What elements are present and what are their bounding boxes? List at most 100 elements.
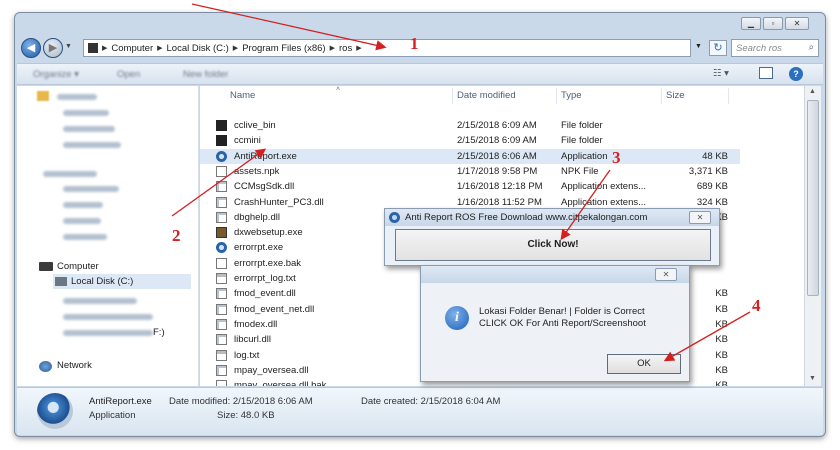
- file-name: errorrpt.exe: [234, 242, 284, 254]
- file-type: NPK File: [561, 165, 599, 177]
- file-name: CCMsgSdk.dll: [234, 181, 295, 193]
- breadcrumb-separator-icon: ▶: [329, 45, 335, 52]
- dll-icon: [216, 196, 227, 208]
- column-header-type[interactable]: Type: [561, 88, 582, 104]
- file-name: cclive_bin: [234, 120, 276, 131]
- file-name: fmod_event.dll: [234, 288, 296, 300]
- drive-item-blurred: [63, 314, 153, 320]
- forward-arrow-icon[interactable]: ▶: [43, 38, 63, 58]
- scroll-up-icon[interactable]: ▲: [809, 88, 816, 95]
- ok-button[interactable]: OK: [607, 354, 681, 374]
- drive-item-blurred: [63, 298, 137, 304]
- file-row[interactable]: AntiReport.exe 2/15/2018 6:06 AM Applicati…: [200, 148, 740, 164]
- favorites-item-blurred: [63, 110, 109, 116]
- message-box-close-button[interactable]: ✕: [655, 268, 677, 281]
- organize-button[interactable]: Organize ▾: [33, 69, 79, 80]
- recent-pages-chevron-icon[interactable]: ▼: [65, 43, 72, 50]
- click-now-button[interactable]: Click Now!: [395, 229, 711, 261]
- nav-network[interactable]: Network: [57, 360, 92, 371]
- dll-icon: [216, 288, 227, 300]
- maximize-button[interactable]: ▫: [763, 17, 783, 30]
- file-name: CrashHunter_PC3.dll: [234, 196, 324, 208]
- breadcrumb-separator-icon: ▶: [356, 45, 362, 52]
- sort-ascending-icon: ˄: [336, 86, 341, 93]
- file-size: KB: [715, 380, 728, 386]
- file-row[interactable]: CCMsgSdk.dll 1/16/2018 12:18 PM Applicatio…: [200, 179, 740, 194]
- folder-icon: [216, 120, 227, 131]
- help-icon[interactable]: ?: [789, 67, 803, 81]
- folder-correct-message-box: ✕ i Lokasi Folder Benar! | Folder is Cor…: [420, 265, 690, 382]
- column-header-size[interactable]: Size: [666, 88, 684, 104]
- breadcrumb-separator-icon: ▶: [232, 45, 239, 52]
- refresh-icon[interactable]: ↻: [709, 40, 727, 56]
- file-date-modified: 1/16/2018 12:18 PM: [457, 181, 543, 193]
- file-size: KB: [715, 288, 728, 300]
- file-size: KB: [715, 349, 728, 361]
- file-name: AntiReport.exe: [234, 150, 297, 162]
- file-row[interactable]: ccmini 2/15/2018 6:09 AM File folder: [200, 133, 740, 148]
- scrollbar-thumb[interactable]: [807, 100, 819, 296]
- file-size: KB: [715, 318, 728, 330]
- column-header-name[interactable]: Name: [230, 88, 255, 104]
- dll-icon: [216, 211, 227, 223]
- open-button[interactable]: Open: [117, 69, 140, 80]
- dialog-close-button[interactable]: ✕: [689, 211, 711, 224]
- favorites-star-icon: [37, 91, 49, 101]
- nav-local-disk[interactable]: Local Disk (C:): [71, 276, 133, 287]
- breadcrumb-separator-icon: ▶: [102, 45, 108, 52]
- file-name: ccmini: [234, 135, 261, 147]
- library-item-blurred: [63, 234, 107, 240]
- details-date-modified: Date modified: 2/15/2018 6:06 AM: [169, 396, 313, 407]
- file-type: File folder: [561, 135, 603, 147]
- folder-icon: [216, 135, 227, 147]
- details-file-name: AntiReport.exe: [89, 396, 152, 407]
- annotation-step-1: 1: [410, 34, 419, 53]
- file-row[interactable]: assets.npk 1/17/2018 9:58 PM NPK File 3,371…: [200, 164, 740, 179]
- libraries-label-blurred: [43, 171, 97, 177]
- app-icon: [389, 212, 400, 223]
- setup-icon: [216, 227, 227, 239]
- file-type: Application extens...: [561, 181, 647, 193]
- address-bar[interactable]: ▶ Computer ▶ Local Disk (C:) ▶ Program F…: [83, 39, 691, 57]
- breadcrumb-computer[interactable]: Computer: [111, 43, 153, 54]
- scroll-down-icon[interactable]: ▼: [809, 375, 816, 382]
- file-size: 48 KB: [702, 150, 728, 162]
- nav-computer[interactable]: Computer: [57, 261, 99, 272]
- navigation-row: ◀ ▶ ▼ ▶ Computer ▶ Local Disk (C:) ▶ Pro…: [19, 37, 821, 59]
- search-input[interactable]: Search ros ⌕: [731, 39, 819, 57]
- new-folder-button[interactable]: New folder: [183, 69, 228, 80]
- command-toolbar: Organize ▾ Open New folder ☷ ▾ ?: [17, 63, 823, 85]
- nav-drive-f[interactable]: F:): [153, 327, 165, 338]
- breadcrumb-separator-icon: ▶: [157, 45, 163, 52]
- file-date-modified: 1/17/2018 9:58 PM: [457, 165, 538, 177]
- search-icon[interactable]: ⌕: [809, 42, 814, 53]
- file-name: dbghelp.dll: [234, 211, 280, 223]
- file-name: mpay_oversea.dll: [234, 364, 309, 376]
- minimize-button[interactable]: ▁: [741, 17, 761, 30]
- file-row[interactable]: cclive_bin 2/15/2018 6:09 AM File folder: [200, 118, 740, 133]
- file-name: fmodex.dll: [234, 318, 278, 330]
- preview-pane-icon[interactable]: [759, 67, 773, 79]
- breadcrumb-program-files[interactable]: Program Files (x86): [242, 43, 325, 54]
- view-options-icon[interactable]: ☷ ▾: [713, 68, 729, 79]
- message-box-title: [421, 266, 689, 283]
- file-name: errorrpt_log.txt: [234, 273, 296, 284]
- vertical-scrollbar[interactable]: ▲ ▼: [804, 86, 821, 386]
- breadcrumb-ros[interactable]: ros: [339, 43, 352, 54]
- computer-icon: [88, 43, 98, 53]
- file-date-modified: 2/15/2018 6:06 AM: [457, 150, 537, 162]
- file-name: mpay_oversea.dll.bak: [234, 380, 327, 386]
- app-icon: [216, 150, 227, 162]
- dll-icon: [216, 364, 227, 376]
- back-arrow-icon[interactable]: ◀: [21, 38, 41, 58]
- column-header-date-modified[interactable]: Date modified: [457, 88, 516, 104]
- file-icon: [216, 257, 227, 269]
- text-file-icon: [216, 349, 227, 361]
- dll-icon: [216, 303, 227, 315]
- file-size: 3,371 KB: [688, 165, 728, 177]
- details-type: Application: [89, 410, 136, 421]
- close-window-button[interactable]: ✕: [785, 17, 809, 30]
- file-name: dxwebsetup.exe: [234, 227, 303, 239]
- breadcrumb-local-disk[interactable]: Local Disk (C:): [167, 43, 229, 54]
- address-dropdown-icon[interactable]: ▼: [695, 43, 702, 50]
